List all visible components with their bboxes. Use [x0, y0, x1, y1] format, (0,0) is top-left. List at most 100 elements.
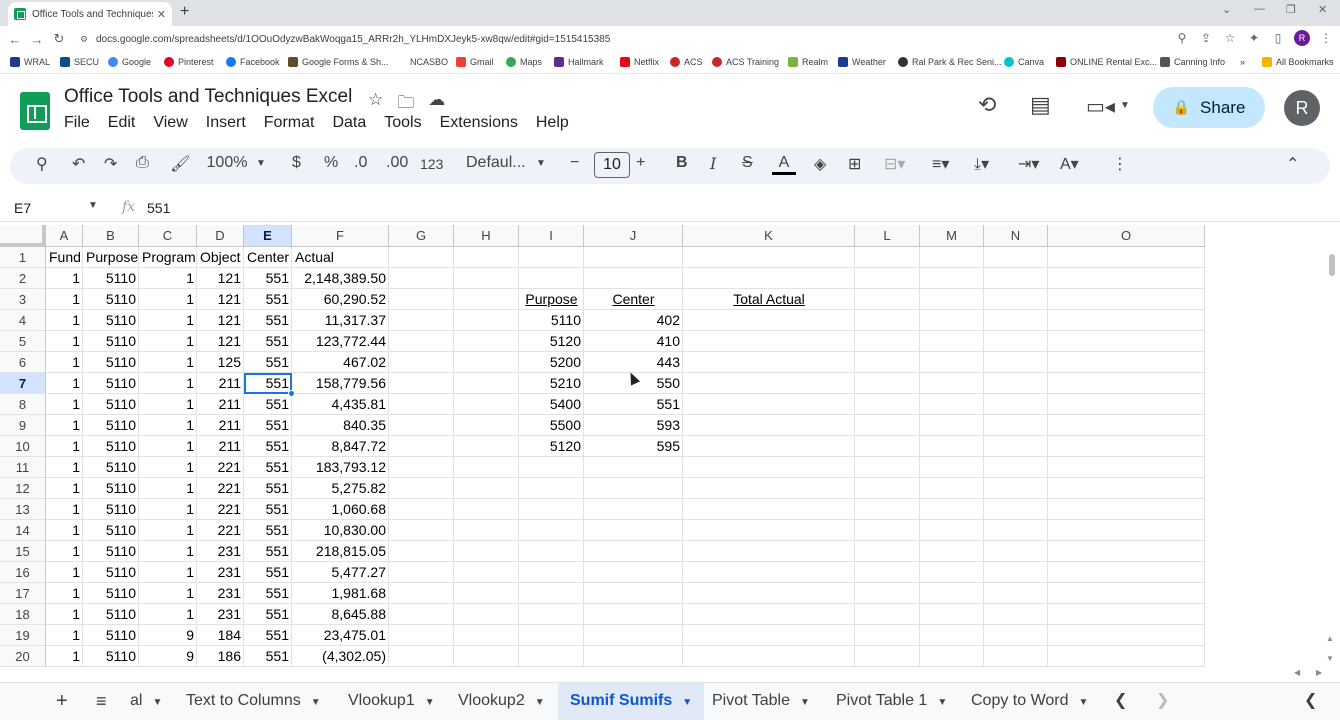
actual-cell[interactable]: 467.02 [292, 352, 389, 373]
program-cell[interactable]: 1 [139, 499, 197, 520]
more-formats[interactable]: 123 [420, 156, 443, 172]
bookmark-item[interactable]: Canning Info [1160, 57, 1225, 67]
menu-edit[interactable]: Edit [108, 114, 136, 132]
cell[interactable] [920, 478, 984, 499]
bookmark-item[interactable]: Realm [788, 57, 828, 67]
summary-center-cell[interactable]: 593 [584, 415, 683, 436]
cell[interactable] [519, 457, 584, 478]
center-cell[interactable]: 551 [244, 352, 292, 373]
actual-cell[interactable]: 123,772.44 [292, 331, 389, 352]
fund-cell[interactable]: 1 [46, 520, 83, 541]
row-header[interactable]: 1 [0, 247, 46, 268]
more-bookmarks-icon[interactable]: » [1240, 57, 1245, 67]
tab-search-icon[interactable]: ⌄ [1222, 3, 1231, 16]
object-cell[interactable]: 221 [197, 499, 244, 520]
font-size-input[interactable]: 10 [594, 152, 630, 178]
cell[interactable] [855, 604, 920, 625]
menu-file[interactable]: File [64, 114, 90, 132]
program-cell[interactable]: 1 [139, 541, 197, 562]
program-cell[interactable]: 9 [139, 625, 197, 646]
row-header[interactable]: 7 [0, 373, 46, 394]
column-header-j[interactable]: J [584, 225, 683, 247]
undo-icon[interactable]: ↶ [72, 154, 85, 174]
cell[interactable] [1048, 646, 1205, 667]
fund-cell[interactable]: 1 [46, 541, 83, 562]
column-header-c[interactable]: C [139, 225, 197, 247]
name-box[interactable]: E7 [14, 200, 31, 216]
font-select[interactable]: Defaul... [466, 154, 526, 172]
program-cell[interactable]: 1 [139, 583, 197, 604]
borders-icon[interactable]: ⊞ [848, 154, 861, 174]
cell[interactable] [683, 268, 855, 289]
cell[interactable] [855, 457, 920, 478]
all-bookmarks[interactable]: All Bookmarks [1262, 57, 1334, 67]
cell[interactable] [920, 625, 984, 646]
cell[interactable] [389, 562, 454, 583]
cell[interactable] [920, 562, 984, 583]
bold-button[interactable]: B [676, 154, 688, 172]
url-field[interactable]: ⚙ docs.google.com/spreadsheets/d/1OOuOdyz… [80, 30, 1200, 48]
bookmark-item[interactable]: WRAL [10, 57, 50, 67]
cell[interactable] [584, 583, 683, 604]
cell[interactable] [984, 478, 1048, 499]
cell[interactable] [454, 247, 519, 268]
center-cell[interactable]: 551 [244, 625, 292, 646]
formula-input[interactable]: 551 [147, 200, 170, 216]
header-cell-center[interactable]: Center [244, 247, 292, 268]
cell[interactable] [920, 646, 984, 667]
purpose-cell[interactable]: 5110 [83, 394, 139, 415]
actual-cell[interactable]: 183,793.12 [292, 457, 389, 478]
cell[interactable] [984, 310, 1048, 331]
add-sheet-icon[interactable]: + [56, 683, 68, 720]
program-cell[interactable]: 1 [139, 457, 197, 478]
cell[interactable] [454, 436, 519, 457]
vertical-scrollbar[interactable] [1326, 248, 1338, 666]
menu-tools[interactable]: Tools [384, 114, 421, 132]
cell[interactable] [519, 562, 584, 583]
cell[interactable] [1048, 310, 1205, 331]
share-page-icon[interactable]: ⇪ [1198, 31, 1214, 45]
fill-handle[interactable] [288, 390, 295, 397]
actual-cell[interactable]: 158,779.56 [292, 373, 389, 394]
cell[interactable] [683, 499, 855, 520]
summary-purpose-cell[interactable]: 5120 [519, 436, 584, 457]
cell[interactable] [984, 457, 1048, 478]
cell[interactable] [920, 352, 984, 373]
cell[interactable] [389, 436, 454, 457]
cell[interactable] [454, 646, 519, 667]
cell[interactable] [683, 625, 855, 646]
sheet-tab[interactable]: Vlookup2 ▼ [458, 683, 545, 720]
bookmark-item[interactable]: SECU [60, 57, 99, 67]
cell[interactable] [1048, 478, 1205, 499]
cell[interactable] [519, 268, 584, 289]
sheet-tab-active[interactable]: Sumif Sumifs ▼ [558, 683, 705, 720]
percent-format[interactable]: % [324, 154, 338, 172]
actual-cell[interactable]: 2,148,389.50 [292, 268, 389, 289]
sheet-tab[interactable]: Pivot Table ▼ [712, 683, 810, 720]
cell[interactable] [855, 268, 920, 289]
select-all-corner[interactable] [0, 225, 46, 247]
window-close-icon[interactable]: ✕ [1318, 3, 1327, 16]
cell[interactable] [683, 646, 855, 667]
bookmark-item[interactable]: NCASBO [410, 57, 448, 67]
restore-icon[interactable]: ❐ [1286, 3, 1296, 16]
cell[interactable] [1048, 499, 1205, 520]
cell[interactable] [454, 604, 519, 625]
row-header[interactable]: 4 [0, 310, 46, 331]
cell[interactable] [1048, 520, 1205, 541]
minimize-icon[interactable]: — [1254, 3, 1265, 15]
cell[interactable] [855, 310, 920, 331]
center-cell[interactable]: 551 [244, 583, 292, 604]
row-header[interactable]: 18 [0, 604, 46, 625]
cell[interactable] [454, 499, 519, 520]
cell[interactable] [1048, 247, 1205, 268]
actual-cell[interactable]: 1,060.68 [292, 499, 389, 520]
browser-profile-avatar[interactable]: R [1294, 30, 1310, 46]
object-cell[interactable]: 184 [197, 625, 244, 646]
purpose-cell[interactable]: 5110 [83, 268, 139, 289]
actual-cell[interactable]: (4,302.05) [292, 646, 389, 667]
fill-color-icon[interactable]: ◈ [814, 154, 826, 174]
actual-cell[interactable]: 5,477.27 [292, 562, 389, 583]
row-header[interactable]: 8 [0, 394, 46, 415]
new-tab-icon[interactable]: + [180, 3, 189, 21]
